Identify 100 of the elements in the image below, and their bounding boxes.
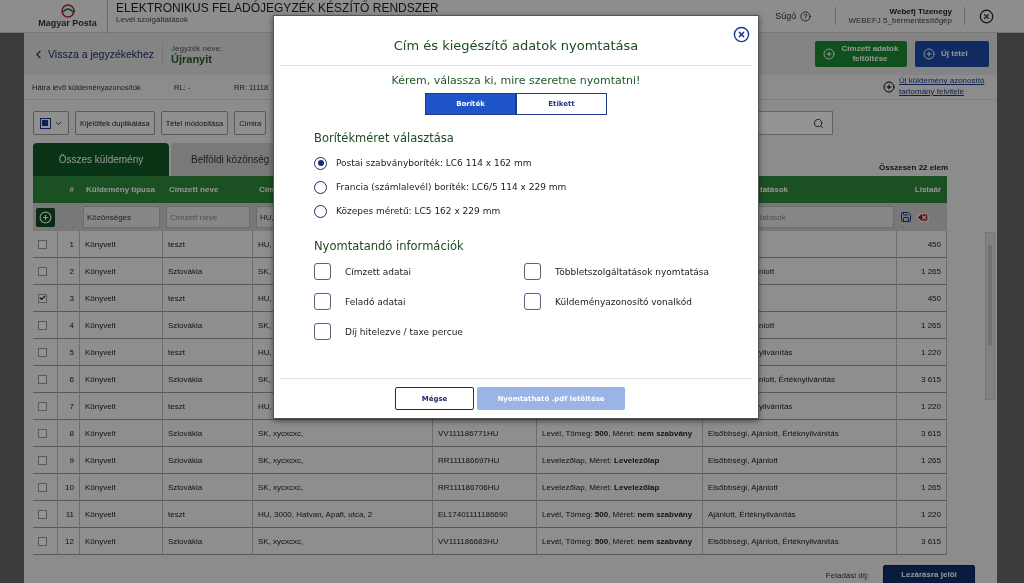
table-cell: Szlovákia bbox=[163, 528, 253, 555]
help-link[interactable]: Súgó bbox=[775, 10, 824, 22]
app-subtitle: Levél szolgáltatások bbox=[116, 15, 189, 24]
table-cell: Elsőbbségi, Ajánlott, Értéknyilvánítás bbox=[703, 528, 897, 555]
fee-label: Feladási díj: bbox=[825, 571, 869, 580]
help-icon bbox=[800, 10, 812, 22]
table-cell: SK, xycxcxc, bbox=[253, 420, 433, 447]
checkbox[interactable] bbox=[314, 263, 331, 280]
table-cell: RR111186697HU bbox=[433, 447, 537, 474]
table-cell: teszt bbox=[163, 501, 253, 528]
table-cell: 1 220 bbox=[897, 393, 947, 420]
table-cell: Könyvelt bbox=[80, 393, 163, 420]
table-cell: 1 220 bbox=[897, 501, 947, 528]
table-cell: 2 bbox=[58, 258, 80, 285]
user-organization: WEBEFJ 5_bérmentesítőgép bbox=[848, 16, 952, 25]
table-cell: VV111186771HU bbox=[433, 420, 537, 447]
dialog-title: Cím és kiegészítő adatok nyomtatása bbox=[393, 38, 639, 53]
table-cell: EL17401111186690 bbox=[433, 501, 537, 528]
total-count: Összesen 22 elem bbox=[879, 163, 948, 172]
user-name: Webefj Tizenegy bbox=[889, 7, 952, 16]
checkbox[interactable] bbox=[524, 263, 541, 280]
table-cell: 3 615 bbox=[897, 528, 947, 555]
radio-label: Közepes méretű: LC5 162 x 229 mm bbox=[336, 206, 501, 216]
row-checkbox[interactable] bbox=[38, 239, 47, 249]
table-cell: Szlovákia bbox=[163, 258, 253, 285]
table-cell: HU, 3000, Hatvan, Apafi, utca, 2 bbox=[253, 501, 433, 528]
table-cell: Levél, Tömeg: 500, Méret: nem szabvány bbox=[537, 528, 703, 555]
checkbox-label: Küldeményazonosító vonalkód bbox=[555, 296, 692, 307]
scrollbar[interactable] bbox=[985, 232, 995, 400]
table-cell: 1 265 bbox=[897, 258, 947, 285]
table-cell: Könyvelt bbox=[80, 258, 163, 285]
table-cell: Levél, Tömeg: 500, Méret: nem szabvány bbox=[537, 420, 703, 447]
plus-circle-icon bbox=[823, 48, 835, 60]
save-icon[interactable] bbox=[900, 211, 912, 223]
table-cell: Könyvelt bbox=[80, 285, 163, 312]
row-checkbox[interactable] bbox=[38, 455, 47, 465]
table-cell: 3 615 bbox=[897, 366, 947, 393]
row-checkbox[interactable] bbox=[38, 374, 47, 384]
column-header: Listaár bbox=[914, 185, 941, 194]
row-checkbox[interactable] bbox=[38, 401, 47, 411]
table-cell: Levelezőlap, Méret: Levelezőlap bbox=[537, 474, 703, 501]
checkbox[interactable] bbox=[314, 293, 331, 310]
row-checkbox[interactable] bbox=[38, 428, 47, 438]
type-filter-field[interactable]: Közönséges bbox=[83, 206, 160, 228]
table-cell: teszt bbox=[163, 393, 253, 420]
table-cell: 5 bbox=[58, 339, 80, 366]
table-cell: Könyvelt bbox=[80, 420, 163, 447]
row-checkbox[interactable] bbox=[38, 509, 47, 519]
table-cell: 1 265 bbox=[897, 312, 947, 339]
select-all-dropdown[interactable] bbox=[33, 111, 69, 135]
table-cell: Könyvelt bbox=[80, 366, 163, 393]
delete-icon[interactable] bbox=[916, 210, 929, 224]
table-cell: teszt bbox=[163, 285, 253, 312]
close-button[interactable] bbox=[979, 8, 994, 24]
plus-circle-icon bbox=[923, 48, 935, 60]
row-checkbox[interactable] bbox=[38, 293, 47, 303]
column-header: Küldemény típusa bbox=[86, 185, 155, 194]
table-cell: 6 bbox=[58, 366, 80, 393]
table-cell: Szlovákia bbox=[163, 474, 253, 501]
table-cell: Könyvelt bbox=[80, 528, 163, 555]
table-cell: RR111186706HU bbox=[433, 474, 537, 501]
checkbox[interactable] bbox=[314, 323, 331, 340]
row-checkbox[interactable] bbox=[38, 536, 47, 546]
table-cell: Elsőbbségi, Ajánlott bbox=[703, 474, 897, 501]
checkbox-label: Feladó adatai bbox=[345, 296, 406, 307]
table-cell: Könyvelt bbox=[80, 501, 163, 528]
add-id-range-link[interactable]: Új küldemény azonosító tartomány felvitele bbox=[899, 76, 989, 98]
row-checkbox[interactable] bbox=[38, 266, 47, 276]
mark-for-closing-button[interactable]: Lezárásra jelöl bbox=[883, 565, 975, 583]
row-checkbox[interactable] bbox=[38, 482, 47, 492]
checkbox-label: Címzett adatai bbox=[345, 266, 412, 277]
section-heading: Borítékméret választása bbox=[314, 131, 455, 145]
back-link[interactable]: Vissza a jegyzékekhez bbox=[32, 47, 162, 61]
upload-recipients-button[interactable]: Címzett adatok feltöltése bbox=[815, 41, 907, 67]
table-cell: 1 bbox=[58, 231, 80, 258]
radio-label: Postai szabványboríték: LC6 114 x 162 mm bbox=[336, 158, 532, 168]
table-cell: SK, xycxcxc, bbox=[253, 474, 433, 501]
table-cell: Könyvelt bbox=[80, 474, 163, 501]
tab[interactable]: Összes küldemény bbox=[33, 143, 169, 176]
table-cell: Levél, Tömeg: 500, Méret: nem szabvány bbox=[537, 501, 703, 528]
table-cell: Könyvelt bbox=[80, 339, 163, 366]
row-checkbox[interactable] bbox=[38, 320, 47, 330]
table-cell: Elsőbbségi, Ajánlott bbox=[703, 447, 897, 474]
table-cell: 450 bbox=[897, 285, 947, 312]
table-cell: 7 bbox=[58, 393, 80, 420]
table-cell: 9 bbox=[58, 447, 80, 474]
list-name: Újranyit bbox=[171, 52, 212, 65]
table-cell: Elsőbbségi, Ajánlott, Értéknyilvánítás bbox=[703, 420, 897, 447]
table-cell: Könyvelt bbox=[80, 447, 163, 474]
app-title: ELEKTRONIKUS FELADÓJEGYZÉK KÉSZÍTŐ RENDSZER bbox=[116, 2, 439, 15]
close-button[interactable] bbox=[733, 26, 750, 43]
table-cell: Szlovákia bbox=[163, 312, 253, 339]
new-item-button[interactable]: Új tétel bbox=[915, 41, 989, 67]
row-checkbox[interactable] bbox=[38, 347, 47, 357]
radio-label: Francia (számlalevél) boríték: LC6/5 114 x 229 mm bbox=[336, 182, 567, 192]
table-cell: SK, xycxcxc, bbox=[253, 528, 433, 555]
table-cell: Levelezőlap, Méret: Levelezőlap bbox=[537, 447, 703, 474]
checkbox[interactable] bbox=[524, 293, 541, 310]
table-cell: 1 220 bbox=[897, 339, 947, 366]
table-cell: VV111186683HU bbox=[433, 528, 537, 555]
